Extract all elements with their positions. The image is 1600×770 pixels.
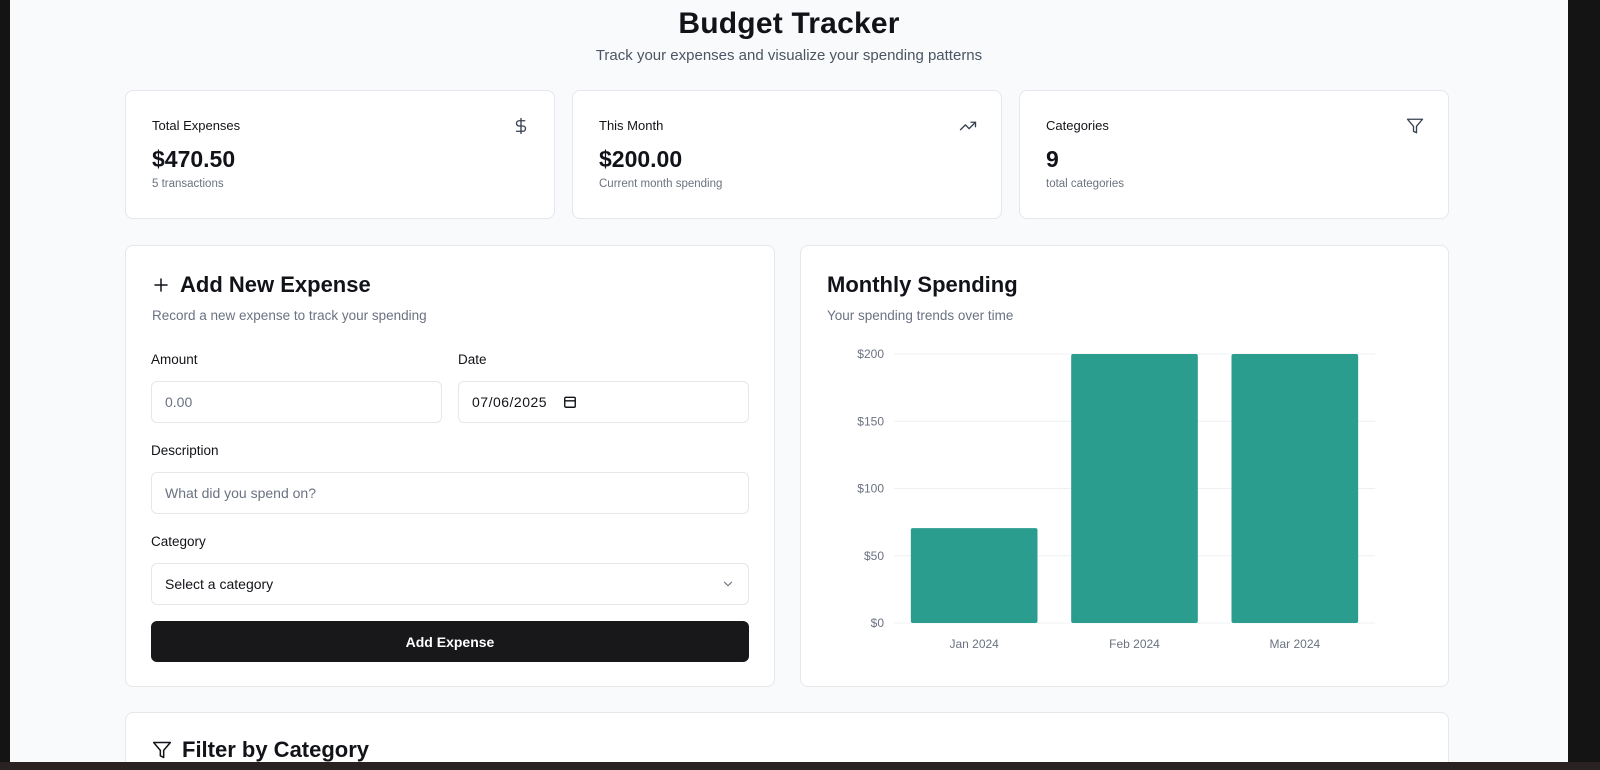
stat-label: This Month: [599, 118, 664, 133]
page-header: Budget Tracker Track your expenses and v…: [10, 0, 1568, 64]
date-value: 07/06/2025: [472, 394, 548, 410]
bar: [1071, 354, 1198, 623]
description-placeholder: What did you spend on?: [165, 485, 316, 501]
x-tick-label: Feb 2024: [1109, 637, 1160, 651]
category-selected-value: Select a category: [165, 576, 274, 592]
chevron-down-icon: [723, 581, 733, 587]
y-tick-label: $0: [871, 616, 885, 630]
amount-placeholder: 0.00: [165, 394, 193, 410]
app-viewport: Budget Tracker Track your expenses and v…: [10, 0, 1568, 762]
add-expense-card: Add New Expense Record a new expense to …: [125, 245, 775, 687]
stat-value: $470.50: [152, 146, 236, 172]
stat-value: 9: [1046, 146, 1059, 172]
amount-label: Amount: [151, 352, 198, 367]
trending-up-icon: [959, 121, 977, 131]
calendar-icon[interactable]: [563, 395, 577, 409]
y-tick-label: $50: [864, 549, 884, 563]
add-expense-title-text: Add New Expense: [180, 272, 371, 297]
dollar-icon: [515, 117, 527, 135]
stat-note: 5 transactions: [152, 178, 224, 190]
add-expense-button[interactable]: Add Expense: [151, 621, 749, 662]
add-expense-description: Record a new expense to track your spend…: [152, 308, 427, 323]
date-label: Date: [458, 352, 487, 367]
description-input[interactable]: What did you spend on?: [151, 472, 749, 514]
stat-label: Categories: [1046, 118, 1109, 133]
bar: [1231, 354, 1359, 623]
page-subtitle: Track your expenses and visualize your s…: [595, 47, 983, 64]
filter-by-category-card: Filter by Category: [125, 712, 1449, 762]
category-select[interactable]: Select a category: [151, 563, 749, 605]
y-tick-label: $200: [857, 347, 884, 361]
stat-card-total-expenses: Total Expenses $470.50 5 transactions: [125, 90, 555, 219]
x-tick-label: Jan 2024: [949, 637, 999, 651]
bar: [910, 528, 1038, 623]
stat-note: total categories: [1046, 178, 1124, 190]
page-title: Budget Tracker: [678, 7, 900, 40]
add-expense-title: Add New Expense: [152, 270, 748, 300]
description-label: Description: [151, 443, 219, 458]
x-tick-label: Mar 2024: [1269, 637, 1320, 651]
stat-card-this-month: This Month $200.00 Current month spendin…: [572, 90, 1002, 219]
filter-by-category-title-text: Filter by Category: [182, 737, 370, 762]
monthly-spending-card: Monthly Spending Your spending trends ov…: [800, 245, 1449, 687]
filter-icon: [152, 741, 172, 759]
filter-icon: [1406, 118, 1424, 134]
stat-note: Current month spending: [599, 178, 723, 190]
date-input[interactable]: 07/06/2025: [458, 381, 749, 423]
amount-input[interactable]: 0.00: [151, 381, 442, 423]
y-tick-label: $100: [857, 482, 884, 496]
stat-label: Total Expenses: [152, 118, 241, 133]
y-tick-label: $150: [857, 414, 884, 428]
plus-icon: [154, 278, 168, 292]
filter-by-category-title: Filter by Category: [152, 735, 1422, 762]
stat-card-categories: Categories 9 total categories: [1019, 90, 1449, 219]
stat-value: $200.00: [599, 146, 683, 172]
category-label: Category: [151, 534, 206, 549]
monthly-spending-chart: $0 $50 $100 $150 $200 Jan 2024 Feb 2024 Mar 202…: [857, 347, 1375, 651]
